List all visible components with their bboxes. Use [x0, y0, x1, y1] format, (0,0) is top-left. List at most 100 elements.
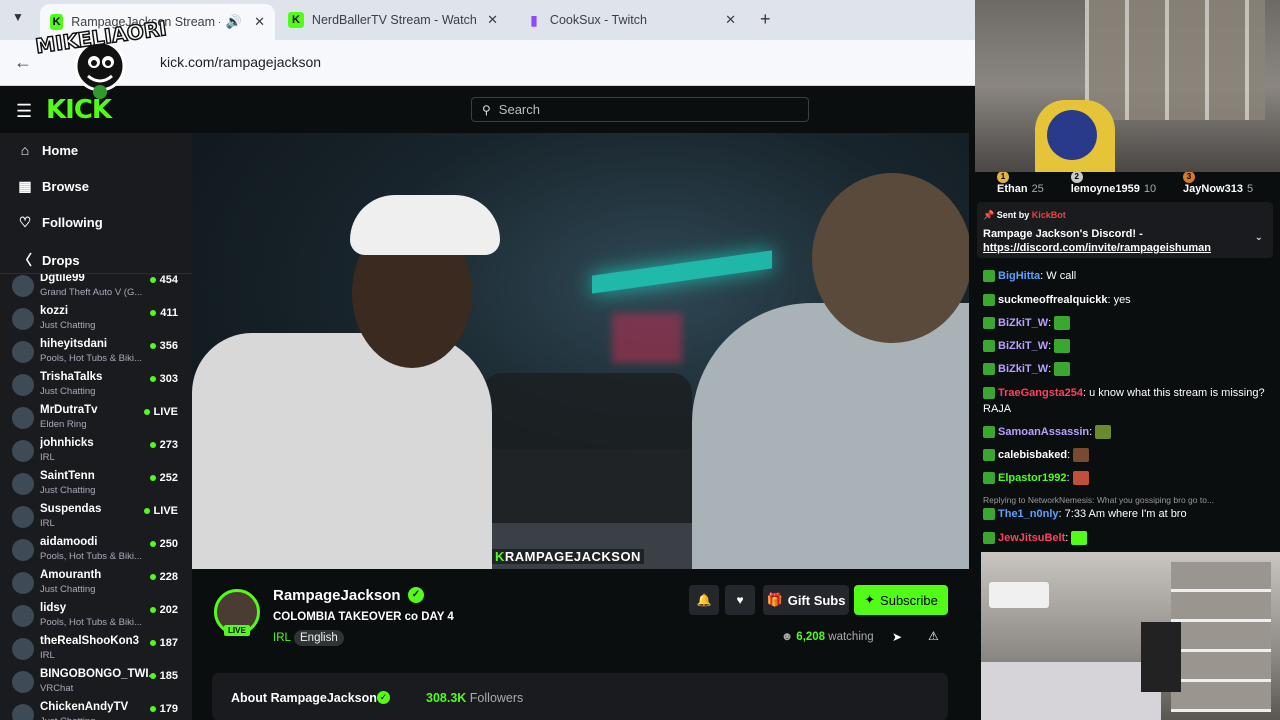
nav-label: Browse — [42, 179, 89, 194]
channel-category: Grand Theft Auto V (G... — [40, 287, 143, 298]
subscribe-label: Subscribe — [880, 592, 938, 608]
tab-search-dropdown-icon[interactable]: ▼ — [12, 10, 24, 24]
emote-icon — [1054, 316, 1071, 331]
back-arrow-icon[interactable]: ← — [14, 52, 32, 73]
chat-message[interactable]: The1_n0nly: 7:33 Am where I'm at bro — [983, 506, 1273, 522]
language-tag[interactable]: English — [294, 630, 344, 646]
notification-bell-button[interactable]: 🔔 — [689, 585, 719, 615]
tab-title: CookSux - Twitch — [549, 13, 647, 27]
person-left — [192, 333, 492, 569]
sidebar-channel[interactable]: TrishaTalks Just Chatting 303 — [12, 369, 182, 402]
channel-category: Just Chatting — [40, 386, 96, 397]
nav-following[interactable]: ♡ Following — [16, 214, 103, 231]
follow-heart-button[interactable]: ♥ — [725, 585, 755, 615]
viewer-count: 303 — [150, 373, 178, 385]
avatar — [12, 473, 34, 495]
chat-message[interactable]: suckmeoffrealquickk: yes — [983, 292, 1273, 308]
chat-username[interactable]: BiZkiT_W — [998, 363, 1048, 375]
user-badge-icon — [983, 472, 995, 485]
chat-username[interactable]: calebisbaked — [998, 449, 1067, 461]
viewer-count: 250 — [150, 538, 178, 550]
viewer-count: LIVE — [144, 406, 178, 418]
nav-home[interactable]: ⌂ Home — [16, 142, 78, 158]
neon-light — [612, 313, 682, 363]
emote-icon — [1073, 448, 1090, 463]
new-tab-button[interactable]: + — [760, 9, 771, 30]
share-icon[interactable]: ➤ — [892, 630, 902, 644]
sidebar-channel[interactable]: ChickenAndyTV Just Chatting179 — [12, 699, 182, 720]
sidebar-channel[interactable]: MrDutraTv Elden Ring LIVE — [12, 402, 182, 435]
channel-name: BINGOBONGO_TWI... — [40, 668, 150, 680]
chat-message[interactable]: SamoanAssassin: — [983, 424, 1273, 440]
browser-tab-cooksux[interactable]: ▮ CookSux - Twitch ✕ — [516, 0, 746, 40]
avatar — [12, 671, 34, 693]
speaker-icon[interactable]: 🔊 — [226, 14, 242, 30]
chat-username[interactable]: The1_n0nly — [998, 508, 1059, 520]
sidebar-channel[interactable]: lidsy Pools, Hot Tubs & Biki... 202 — [12, 600, 182, 633]
channel-name: Suspendas — [40, 503, 102, 515]
nav-browse[interactable]: ▦ Browse — [16, 178, 89, 195]
sidebar-channel[interactable]: hiheyitsdani Pools, Hot Tubs & Biki... 356 — [12, 336, 182, 369]
close-tab-icon[interactable]: ✕ — [254, 14, 265, 30]
person-right — [692, 303, 969, 569]
chat-message[interactable]: BigHitta: W call — [983, 268, 1273, 284]
twitch-favicon-icon: ▮ — [530, 11, 538, 28]
sidebar-channel[interactable]: johnhicks IRL 273 — [12, 435, 182, 468]
search-input[interactable]: ⚲ Search — [471, 97, 809, 122]
room-webcam-bottom — [981, 552, 1280, 720]
chat-username[interactable]: SamoanAssassin — [998, 426, 1089, 438]
chat-username[interactable]: BigHitta — [998, 270, 1040, 282]
chat-username[interactable]: Elpastor1992 — [998, 472, 1066, 484]
sidebar-channel[interactable]: aidamoodi Pools, Hot Tubs & Biki... 250 — [12, 534, 182, 567]
nav-label: Following — [42, 215, 103, 230]
url-field[interactable]: kick.com/rampagejackson — [160, 54, 321, 70]
close-tab-icon[interactable]: ✕ — [487, 12, 498, 28]
nav-drops[interactable]: 〈 Drops — [16, 250, 80, 270]
sidebar-channel[interactable]: SaintTenn Just Chatting 252 — [12, 468, 182, 501]
follower-count: 308.3K Followers — [426, 691, 524, 705]
chat-message[interactable]: TraeGangsta254: u know what this stream … — [983, 385, 1273, 417]
sidebar-channel[interactable]: Suspendas IRL LIVE — [12, 501, 182, 534]
sidebar-channel[interactable]: kozzi Just Chatting 411 — [12, 303, 182, 336]
browser-tab-nerdballertv[interactable]: K NerdBallerTV Stream - Watch L ✕ — [278, 0, 508, 40]
report-warning-icon[interactable]: ⚠ — [928, 629, 939, 643]
channel-name: SaintTenn — [40, 470, 95, 482]
leaderboard-entry[interactable]: 2lemoyne1959 10 — [1070, 172, 1183, 195]
pinned-message[interactable]: 📌 Sent by KickBot Rampage Jackson's Disc… — [977, 202, 1273, 258]
chat-username[interactable]: BiZkiT_W — [998, 340, 1048, 352]
hamburger-menu-icon[interactable]: ☰ — [16, 101, 32, 122]
chat-message[interactable]: calebisbaked: — [983, 447, 1273, 463]
channel-name[interactable]: RampageJackson — [273, 587, 401, 604]
sidebar-channel[interactable]: theRealShooKon3 IRL 187 — [12, 633, 182, 666]
close-tab-icon[interactable]: ✕ — [725, 12, 736, 28]
discord-link[interactable]: https://discord.com/invite/rampageishuma… — [983, 242, 1211, 254]
sidebar-channel[interactable]: Dgtile99 Grand Theft Auto V (G... 454 — [12, 274, 182, 303]
browse-icon: ▦ — [18, 178, 32, 194]
gift-icon: 🎁 — [766, 592, 783, 607]
leaderboard-entry[interactable]: 1Ethan 25 — [997, 172, 1071, 195]
gift-subs-button[interactable]: 🎁 Gift Subs — [763, 585, 849, 615]
chevron-down-icon[interactable]: ⌄ — [1255, 232, 1263, 243]
sidebar-channel[interactable]: BINGOBONGO_TWI... VRChat 185 — [12, 666, 182, 699]
chat-message[interactable]: Elpastor1992: — [983, 470, 1273, 486]
chat-username[interactable]: JewJitsuBelt — [998, 532, 1065, 544]
rank-badge-icon: 1 — [997, 172, 1009, 183]
chat-message[interactable]: BiZkiT_W: — [983, 361, 1273, 377]
video-player[interactable]: KRAMPAGEJACKSON — [192, 133, 969, 569]
chat-username[interactable]: suckmeoffrealquickk — [998, 294, 1107, 306]
emote-icon — [1054, 339, 1071, 354]
category-link[interactable]: IRL — [273, 632, 291, 644]
subscribe-button[interactable]: ✦ Subscribe — [854, 585, 948, 615]
leaderboard-entry[interactable]: 3JayNow313 5 — [1183, 172, 1280, 195]
viewers-icon: ☻ — [781, 631, 797, 643]
chat-username[interactable]: BiZkiT_W — [998, 317, 1048, 329]
viewer-count: 454 — [150, 274, 178, 286]
sidebar-channel[interactable]: Amouranth Just Chatting 228 — [12, 567, 182, 600]
nav-label: Drops — [42, 252, 80, 268]
chat-text: 7:33 Am where I'm at bro — [1064, 508, 1187, 520]
chat-message[interactable]: JewJitsuBelt: — [983, 530, 1273, 546]
chat-message[interactable]: BiZkiT_W: — [983, 315, 1273, 331]
chat-username[interactable]: TraeGangsta254 — [998, 387, 1083, 399]
chat-message[interactable]: BiZkiT_W: — [983, 338, 1273, 354]
channel-name: hiheyitsdani — [40, 338, 108, 350]
